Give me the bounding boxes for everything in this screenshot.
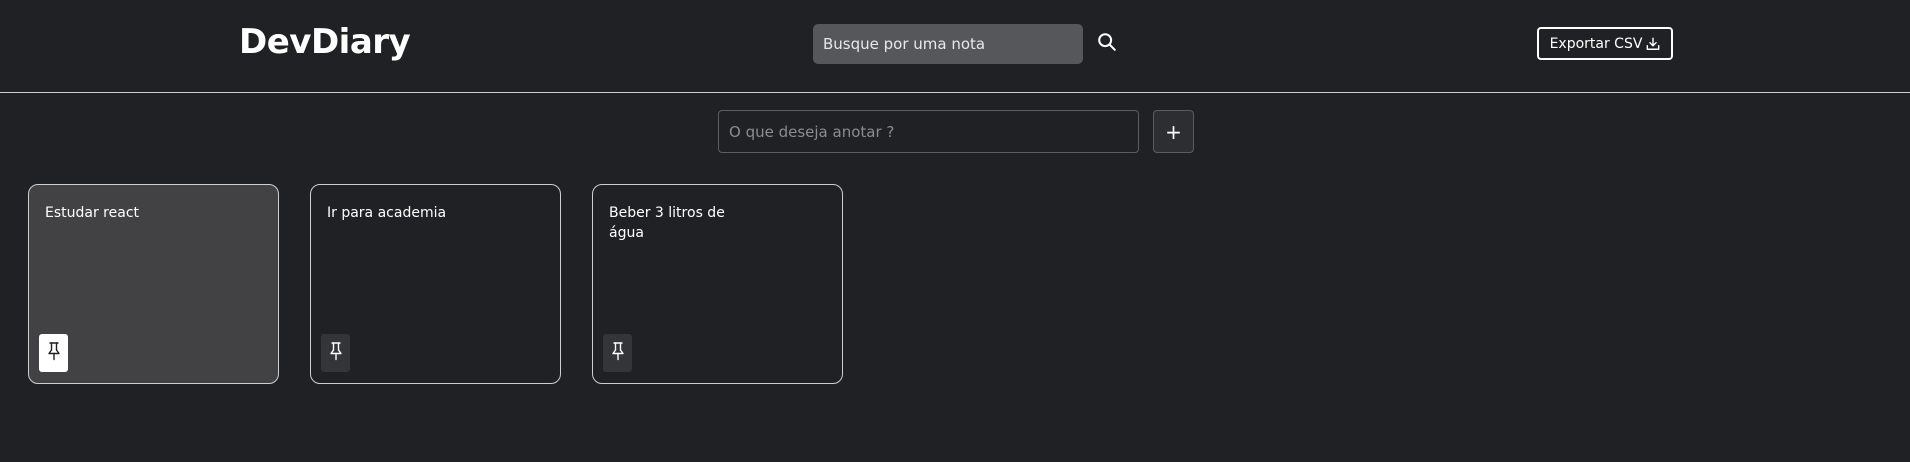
pin-button[interactable] <box>39 334 68 372</box>
export-csv-label: Exportar CSV <box>1549 35 1643 52</box>
note-composer[interactable] <box>718 110 1139 153</box>
note-text: Ir para academia <box>327 205 447 221</box>
pin-icon <box>46 341 62 365</box>
note-card[interactable]: Estudar react <box>28 184 279 384</box>
search-input[interactable] <box>813 24 1083 64</box>
download-icon <box>1646 37 1660 51</box>
app-logo: DevDiary <box>239 22 411 62</box>
search-field[interactable] <box>813 24 1083 64</box>
search-icon[interactable] <box>1096 31 1120 55</box>
pin-icon <box>610 341 626 365</box>
note-text: Estudar react <box>45 205 140 221</box>
note-input[interactable] <box>719 111 1138 152</box>
export-csv-button[interactable]: Exportar CSV <box>1537 27 1673 60</box>
pin-icon <box>328 341 344 365</box>
pin-button[interactable] <box>603 334 632 372</box>
note-card[interactable]: Ir para academia <box>310 184 561 384</box>
app-header: DevDiary Exportar CSV <box>0 0 1910 93</box>
note-card[interactable]: Beber 3 litros de água <box>592 184 843 384</box>
pin-button[interactable] <box>321 334 350 372</box>
note-text: Beber 3 litros de água <box>609 205 725 241</box>
add-note-button[interactable]: + <box>1153 110 1194 153</box>
